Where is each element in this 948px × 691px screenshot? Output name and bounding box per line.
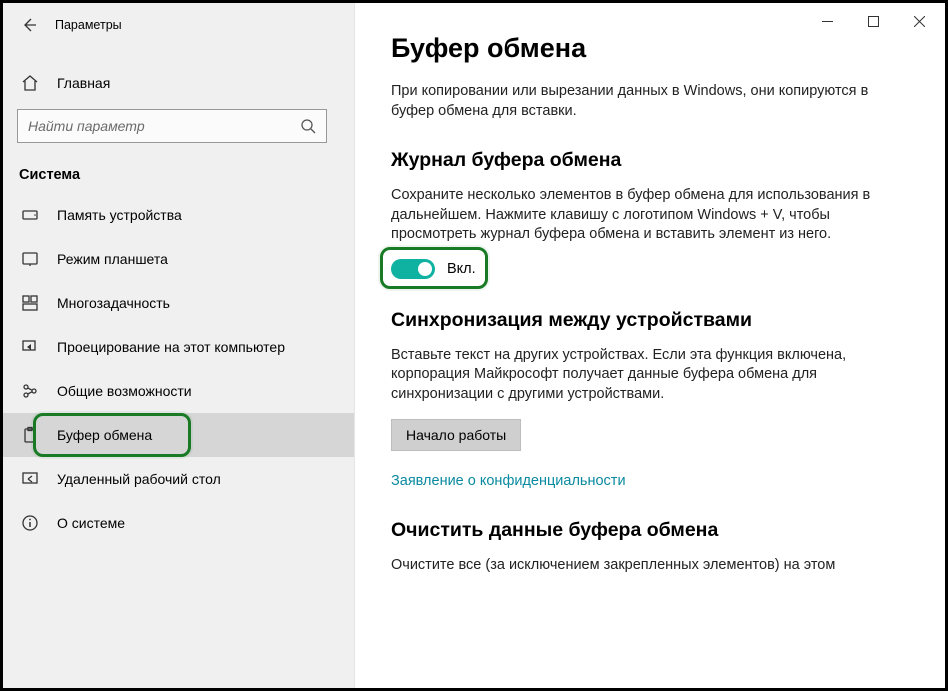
sidebar-item-shared-experiences[interactable]: Общие возможности bbox=[3, 369, 354, 413]
shared-icon bbox=[19, 380, 41, 402]
search-box[interactable] bbox=[17, 109, 327, 143]
multitask-icon bbox=[19, 292, 41, 314]
sidebar-item-label: Буфер обмена bbox=[57, 427, 152, 443]
clear-desc: Очистите все (за исключением закрепленны… bbox=[391, 556, 909, 576]
storage-icon bbox=[19, 204, 41, 226]
sidebar-item-label: Многозадачность bbox=[57, 295, 170, 311]
sidebar-item-label: Память устройства bbox=[57, 207, 182, 223]
home-label: Главная bbox=[57, 75, 110, 91]
sidebar-item-label: Проецирование на этот компьютер bbox=[57, 339, 285, 355]
get-started-button[interactable]: Начало работы bbox=[391, 419, 521, 451]
sidebar-item-clipboard[interactable]: Буфер обмена bbox=[3, 413, 354, 457]
sidebar-item-label: Удаленный рабочий стол bbox=[57, 471, 221, 487]
sidebar-item-projecting[interactable]: Проецирование на этот компьютер bbox=[3, 325, 354, 369]
clipboard-history-toggle-row: Вкл. bbox=[391, 259, 909, 279]
tablet-icon bbox=[19, 248, 41, 270]
sidebar-item-label: О системе bbox=[57, 515, 125, 531]
sidebar-item-label: Общие возможности bbox=[57, 383, 192, 399]
sidebar: Параметры Главная Система Память устройс… bbox=[3, 3, 355, 688]
home-nav[interactable]: Главная bbox=[3, 63, 354, 103]
sidebar-item-about[interactable]: О системе bbox=[3, 501, 354, 545]
window-controls bbox=[804, 6, 942, 36]
clear-heading: Очистить данные буфера обмена bbox=[391, 519, 909, 542]
toggle-knob bbox=[418, 262, 432, 276]
toggle-state-label: Вкл. bbox=[447, 261, 476, 277]
minimize-button[interactable] bbox=[804, 6, 850, 36]
info-icon bbox=[19, 512, 41, 534]
sidebar-item-remote-desktop[interactable]: Удаленный рабочий стол bbox=[3, 457, 354, 501]
close-button[interactable] bbox=[896, 6, 942, 36]
page-title: Буфер обмена bbox=[391, 33, 909, 64]
sync-heading: Синхронизация между устройствами bbox=[391, 309, 909, 332]
main-content: Буфер обмена При копировании или вырезан… bbox=[355, 3, 945, 688]
search-wrap bbox=[3, 103, 354, 157]
search-input[interactable] bbox=[28, 118, 300, 134]
privacy-link[interactable]: Заявление о конфиденциальности bbox=[391, 473, 909, 489]
remote-desktop-icon bbox=[19, 468, 41, 490]
sidebar-item-multitasking[interactable]: Многозадачность bbox=[3, 281, 354, 325]
back-button[interactable] bbox=[15, 11, 43, 39]
projecting-icon bbox=[19, 336, 41, 358]
clipboard-history-toggle[interactable] bbox=[391, 259, 435, 279]
window-title: Параметры bbox=[55, 18, 122, 32]
titlebar: Параметры bbox=[3, 9, 354, 41]
intro-text: При копировании или вырезании данных в W… bbox=[391, 82, 909, 121]
clipboard-history-desc: Сохраните несколько элементов в буфер об… bbox=[391, 186, 909, 245]
home-icon bbox=[19, 74, 41, 92]
maximize-button[interactable] bbox=[850, 6, 896, 36]
settings-window: Параметры Главная Система Память устройс… bbox=[0, 0, 948, 691]
clipboard-history-heading: Журнал буфера обмена bbox=[391, 149, 909, 172]
sync-desc: Вставьте текст на других устройствах. Ес… bbox=[391, 346, 909, 405]
sidebar-item-label: Режим планшета bbox=[57, 251, 168, 267]
sidebar-group-title: Система bbox=[3, 157, 354, 193]
search-icon bbox=[300, 118, 316, 134]
sidebar-item-tablet-mode[interactable]: Режим планшета bbox=[3, 237, 354, 281]
sidebar-item-storage[interactable]: Память устройства bbox=[3, 193, 354, 237]
clipboard-icon bbox=[19, 424, 41, 446]
